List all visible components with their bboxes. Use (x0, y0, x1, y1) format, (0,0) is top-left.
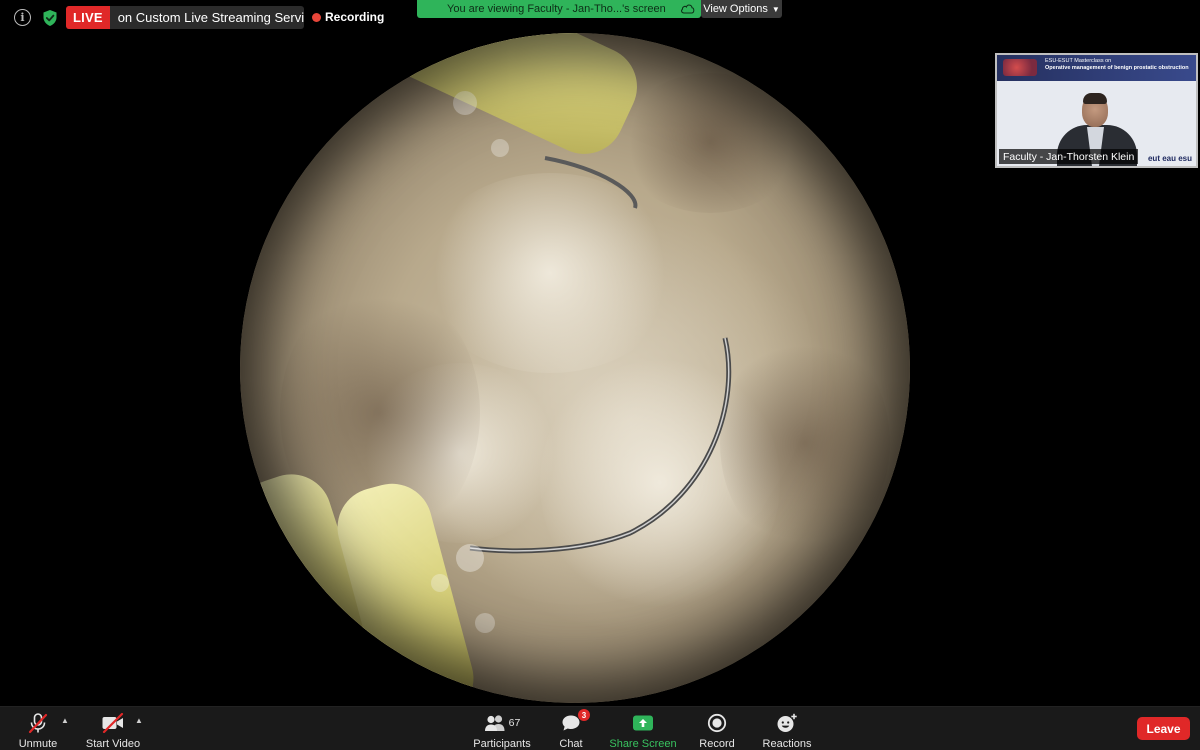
cloud-icon (681, 4, 695, 14)
view-options-label: View Options (703, 3, 768, 15)
start-video-button[interactable]: Start Video (84, 707, 142, 750)
speaker-video-thumbnail[interactable]: ESU-ESUT Masterclass on Operative manage… (995, 53, 1198, 168)
start-video-label: Start Video (85, 738, 141, 750)
live-stream-indicator[interactable]: LIVE on Custom Live Streaming Service ▼ (66, 6, 304, 29)
record-button[interactable]: Record (697, 707, 737, 750)
chat-button[interactable]: 3 Chat (552, 707, 590, 750)
live-service-label: on Custom Live Streaming Service (117, 10, 304, 25)
speaker-name-tag: Faculty - Jan-Thorsten Klein (999, 149, 1139, 164)
unmute-label: Unmute (18, 738, 58, 750)
share-screen-label: Share Screen (609, 738, 677, 750)
record-label: Record (699, 738, 735, 750)
recording-label: Recording (325, 10, 385, 24)
recording-indicator: Recording (312, 10, 384, 24)
shield-icon[interactable] (42, 9, 58, 27)
leave-button[interactable]: Leave (1137, 717, 1190, 740)
participants-count: 67 (508, 717, 521, 729)
participants-button[interactable]: 67 Participants (470, 707, 534, 750)
chat-label: Chat (559, 738, 583, 750)
emoji-icon (777, 713, 797, 732)
slide-title-line2: Operative management of benign prostatic… (1045, 65, 1189, 71)
live-badge: LIVE (66, 6, 110, 29)
unmute-button[interactable]: Unmute (14, 707, 62, 750)
slide-title: ESU-ESUT Masterclass on Operative manage… (1045, 58, 1189, 72)
recording-dot-icon (312, 12, 321, 22)
chevron-down-icon: ▼ (771, 4, 780, 14)
participants-label: Participants (473, 738, 531, 750)
meeting-toolbar: Unmute ▲ Start Video ▲ 67 Participants 3… (0, 706, 1200, 750)
video-off-icon (102, 713, 124, 733)
record-icon (707, 713, 727, 733)
reactions-label: Reactions (762, 738, 812, 750)
share-screen-icon (633, 715, 653, 731)
viewing-banner-text: You are viewing Faculty - Jan-Tho...'s s… (447, 3, 666, 15)
video-options-caret-icon[interactable]: ▲ (135, 716, 143, 725)
slide-logo (1003, 59, 1037, 76)
audio-options-caret-icon[interactable]: ▲ (61, 716, 69, 725)
view-options-button[interactable]: View Options ▼ (701, 0, 782, 18)
viewing-screen-banner: You are viewing Faculty - Jan-Tho...'s s… (417, 0, 701, 18)
zoom-meeting-window: i LIVE on Custom Live Streaming Service … (0, 0, 1200, 750)
shared-screen-video (240, 33, 910, 703)
share-screen-button[interactable]: Share Screen (608, 707, 678, 750)
info-icon[interactable]: i (14, 9, 31, 26)
reactions-button[interactable]: Reactions (759, 707, 815, 750)
chat-unread-badge: 3 (578, 709, 590, 721)
slide-corner-logos: eut eau esu (1147, 154, 1192, 163)
people-icon (484, 715, 505, 731)
slide-title-line1: ESU-ESUT Masterclass on (1045, 58, 1112, 64)
mic-muted-icon (28, 713, 48, 734)
speaker-hair (1083, 93, 1107, 104)
